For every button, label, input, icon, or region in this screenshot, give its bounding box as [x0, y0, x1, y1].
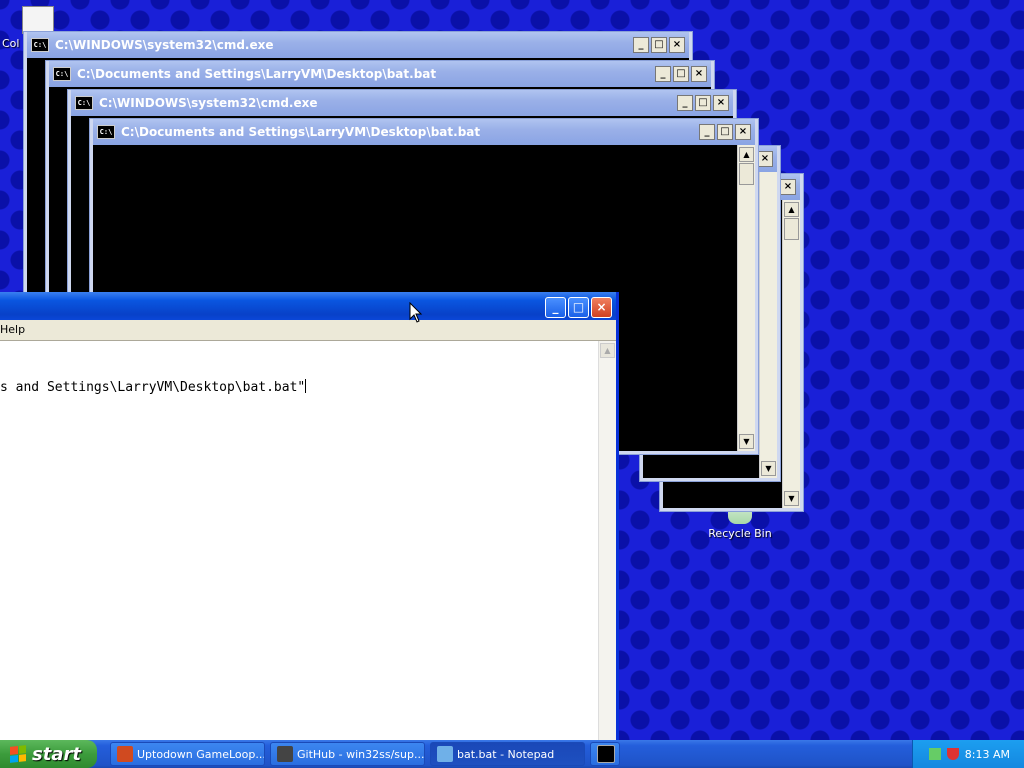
scroll-down-icon[interactable]: ▼: [761, 461, 776, 476]
cmd-icon: C:\: [97, 125, 115, 139]
gameloop-icon: [117, 746, 133, 762]
certificate-icon: [22, 6, 54, 34]
minimize-icon[interactable]: _: [545, 297, 566, 318]
security-shield-icon[interactable]: [946, 748, 959, 760]
scroll-down-icon[interactable]: ▼: [739, 434, 754, 449]
title-bar[interactable]: C:\ C:\WINDOWS\system32\cmd.exe _ □ ×: [27, 32, 689, 58]
github-icon: [277, 746, 293, 762]
text-editor[interactable]: s and Settings\LarryVM\Desktop\bat.bat" …: [0, 341, 616, 740]
system-tray: 8:13 AM: [912, 740, 1024, 768]
scroll-thumb[interactable]: [739, 163, 754, 185]
window-controls: _ □ ×: [655, 66, 707, 82]
window-controls: _ □ ×: [699, 124, 751, 140]
taskbar-button-github[interactable]: GitHub - win32ss/sup...: [270, 742, 425, 766]
windows-logo-icon: [10, 745, 26, 763]
title-bar[interactable]: C:\ C:\Documents and Settings\LarryVM\De…: [93, 119, 755, 145]
taskbar: start Uptodown GameLoop... GitHub - win3…: [0, 740, 1024, 768]
editor-content: s and Settings\LarryVM\Desktop\bat.bat": [0, 380, 306, 395]
task-label: Uptodown GameLoop...: [137, 747, 265, 761]
vertical-scrollbar[interactable]: ▲ ▼: [737, 145, 755, 451]
maximize-icon[interactable]: □: [568, 297, 589, 318]
notepad-icon: [437, 746, 453, 762]
maximize-icon[interactable]: □: [673, 66, 689, 82]
minimize-icon[interactable]: _: [655, 66, 671, 82]
window-controls: ×: [757, 151, 773, 167]
taskbar-button-cmd[interactable]: [590, 742, 620, 766]
minimize-icon[interactable]: _: [699, 124, 715, 140]
window-title: C:\Documents and Settings\LarryVM\Deskto…: [77, 67, 437, 81]
cmd-icon: C:\: [75, 96, 93, 110]
notepad-window[interactable]: _ □ × Help s and Settings\LarryVM\Deskto…: [0, 292, 619, 740]
menu-help[interactable]: Help: [0, 323, 25, 336]
scroll-up-icon[interactable]: ▲: [784, 202, 799, 217]
close-icon[interactable]: ×: [713, 95, 729, 111]
window-title: C:\Documents and Settings\LarryVM\Deskto…: [121, 125, 481, 139]
close-icon[interactable]: ×: [669, 37, 685, 53]
clock[interactable]: 8:13 AM: [965, 748, 1010, 761]
task-label: GitHub - win32ss/sup...: [297, 747, 425, 761]
desktop-icon-label: Recycle Bin: [708, 527, 772, 540]
window-title: C:\WINDOWS\system32\cmd.exe: [55, 38, 274, 52]
title-bar[interactable]: C:\ C:\Documents and Settings\LarryVM\De…: [49, 61, 711, 87]
scroll-down-icon[interactable]: ▼: [784, 491, 799, 506]
title-bar[interactable]: C:\ C:\WINDOWS\system32\cmd.exe _ □ ×: [71, 90, 733, 116]
vertical-scrollbar[interactable]: ▲: [598, 341, 616, 740]
maximize-icon[interactable]: □: [651, 37, 667, 53]
maximize-icon[interactable]: □: [695, 95, 711, 111]
window-controls: _ □ ×: [633, 37, 685, 53]
window-controls: _ □ ×: [677, 95, 729, 111]
network-icon[interactable]: [928, 748, 941, 760]
minimize-icon[interactable]: _: [633, 37, 649, 53]
cmd-icon: C:\: [53, 67, 71, 81]
title-bar[interactable]: _ □ ×: [0, 292, 616, 320]
vertical-scrollbar[interactable]: ▲ ▼: [782, 200, 800, 508]
cmd-icon: C:\: [31, 38, 49, 52]
window-title: C:\WINDOWS\system32\cmd.exe: [99, 96, 318, 110]
close-icon[interactable]: ×: [780, 179, 796, 195]
scroll-thumb[interactable]: [784, 218, 799, 240]
menu-bar: Help: [0, 320, 616, 341]
close-icon[interactable]: ×: [691, 66, 707, 82]
close-icon[interactable]: ×: [735, 124, 751, 140]
scroll-up-icon[interactable]: ▲: [600, 343, 615, 358]
start-button[interactable]: start: [0, 740, 97, 768]
minimize-icon[interactable]: _: [677, 95, 693, 111]
window-controls: _ □ ×: [545, 297, 612, 318]
taskbar-button-notepad[interactable]: bat.bat - Notepad: [430, 742, 585, 766]
start-label: start: [32, 743, 81, 765]
close-icon[interactable]: ×: [591, 297, 612, 318]
vertical-scrollbar[interactable]: ▼: [759, 172, 777, 478]
maximize-icon[interactable]: □: [717, 124, 733, 140]
close-icon[interactable]: ×: [757, 151, 773, 167]
text-caret: [305, 379, 307, 393]
task-label: bat.bat - Notepad: [457, 747, 555, 761]
taskbar-button-gameloop[interactable]: Uptodown GameLoop...: [110, 742, 265, 766]
mouse-cursor-icon: [409, 302, 423, 323]
cmd-icon: [597, 745, 615, 763]
scroll-up-icon[interactable]: ▲: [739, 147, 754, 162]
desktop: Col Recycle Bin □ × ▲ ▼ × ▼: [0, 0, 1024, 740]
